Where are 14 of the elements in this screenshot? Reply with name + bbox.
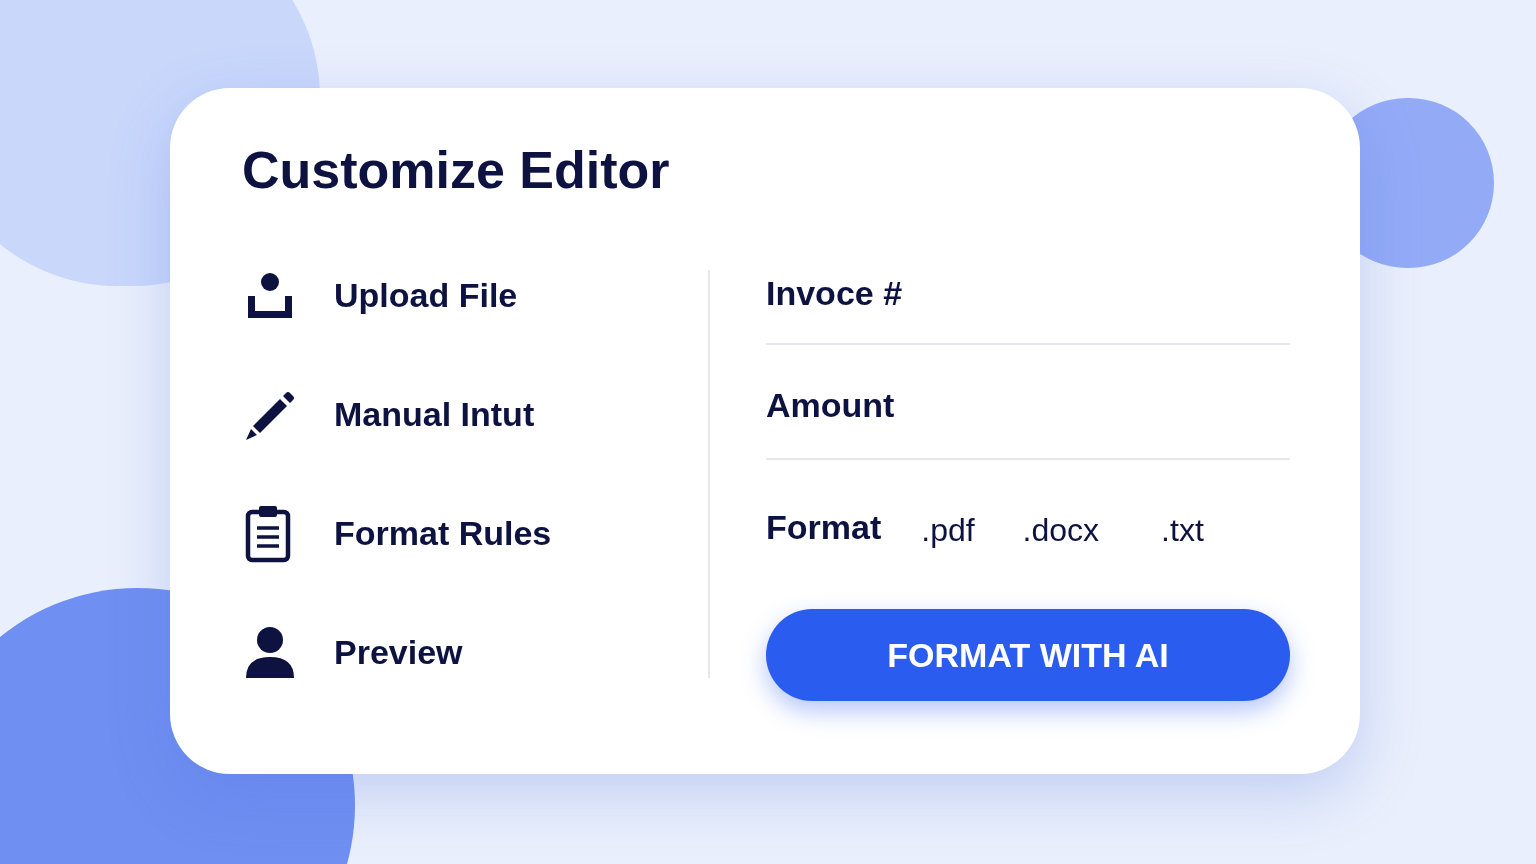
- editor-title: Customize Editor: [242, 140, 670, 201]
- menu-item[interactable]: Manual Intut: [334, 389, 535, 440]
- format-option[interactable]: .docx: [1022, 506, 1100, 554]
- clipboard-icon: [244, 503, 292, 564]
- input-field[interactable]: Invoce #: [766, 273, 1290, 313]
- person-icon: [244, 625, 296, 680]
- format-option[interactable]: .txt: [1161, 506, 1204, 554]
- input-field[interactable]: Amount: [766, 385, 1290, 425]
- format-label: Format: [766, 506, 882, 548]
- format-button[interactable]: FORMAT WITH AI: [766, 609, 1290, 701]
- menu-item[interactable]: Format Rules: [334, 508, 552, 559]
- menu-item[interactable]: Upload File: [334, 270, 518, 321]
- menu-item[interactable]: Preview: [334, 627, 463, 678]
- format-option[interactable]: .pdf: [921, 506, 975, 554]
